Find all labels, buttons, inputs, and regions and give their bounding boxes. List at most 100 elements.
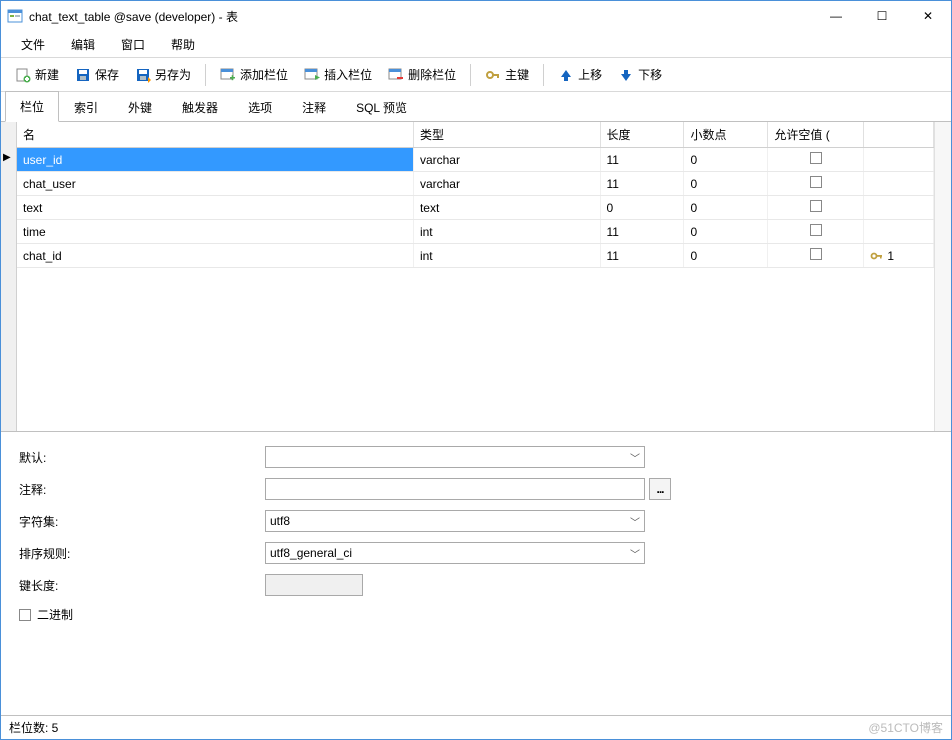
cell-name[interactable]: time [17,220,413,244]
fields-grid-container: ▶ 名 类型 长度 小数点 允许空值 ( user_idvarchar110ch… [1,122,951,432]
header-decimal[interactable]: 小数点 [684,122,768,148]
binary-checkbox[interactable] [19,609,31,621]
maximize-button[interactable]: ☐ [859,1,905,31]
allow-null-checkbox[interactable] [810,152,822,164]
tab-fields[interactable]: 栏位 [5,91,59,122]
primary-key-label: 主键 [505,66,529,83]
allow-null-checkbox[interactable] [810,248,822,260]
cell-key[interactable] [864,172,934,196]
menu-edit[interactable]: 编辑 [59,32,107,57]
tab-foreign-keys[interactable]: 外键 [113,92,167,122]
binary-label: 二进制 [37,606,73,623]
allow-null-checkbox[interactable] [810,224,822,236]
header-length[interactable]: 长度 [600,122,684,148]
header-type[interactable]: 类型 [413,122,600,148]
allow-null-checkbox[interactable] [810,200,822,212]
cell-decimal[interactable]: 0 [684,244,768,268]
cell-length[interactable]: 11 [600,220,684,244]
tab-comment[interactable]: 注释 [287,92,341,122]
insert-field-button[interactable]: 插入栏位 [298,62,378,87]
default-label: 默认: [19,449,265,466]
menu-help[interactable]: 帮助 [159,32,207,57]
header-name[interactable]: 名 [17,122,413,148]
cell-key[interactable] [864,196,934,220]
charset-combobox[interactable]: utf8 ﹀ [265,510,645,532]
cell-type[interactable]: varchar [413,148,600,172]
tab-sql-preview[interactable]: SQL 预览 [341,92,422,122]
cell-name[interactable]: text [17,196,413,220]
collation-combobox[interactable]: utf8_general_ci ﹀ [265,542,645,564]
add-field-label: 添加栏位 [240,66,288,83]
cell-type[interactable]: varchar [413,172,600,196]
collation-label: 排序规则: [19,545,265,562]
tab-indexes[interactable]: 索引 [59,92,113,122]
charset-value: utf8 [270,514,290,528]
cell-length[interactable]: 11 [600,244,684,268]
grid-header-row: 名 类型 长度 小数点 允许空值 ( [17,122,934,148]
save-button[interactable]: 保存 [69,62,125,87]
cell-allow-null[interactable] [768,172,864,196]
minimize-button[interactable]: — [813,1,859,31]
toolbar: 新建 保存 另存为 添加栏位 插入栏位 删除栏位 主键 [1,58,951,92]
new-button[interactable]: 新建 [9,62,65,87]
move-up-button[interactable]: 上移 [552,62,608,87]
new-icon [15,67,31,83]
app-icon [7,8,23,24]
cell-decimal[interactable]: 0 [684,220,768,244]
cell-type[interactable]: int [413,220,600,244]
cell-decimal[interactable]: 0 [684,196,768,220]
header-key[interactable] [864,122,934,148]
cell-name[interactable]: user_id [17,148,413,172]
chevron-down-icon: ﹀ [630,546,640,561]
default-combobox[interactable]: ﹀ [265,446,645,468]
header-allow-null[interactable]: 允许空值 ( [768,122,864,148]
comment-input[interactable] [265,478,645,500]
delete-field-button[interactable]: 删除栏位 [382,62,462,87]
cell-key[interactable] [864,148,934,172]
cell-decimal[interactable]: 0 [684,148,768,172]
close-button[interactable]: ✕ [905,1,951,31]
insert-field-label: 插入栏位 [324,66,372,83]
key-icon [485,67,501,83]
cell-allow-null[interactable] [768,220,864,244]
save-as-icon [135,67,151,83]
cell-allow-null[interactable] [768,148,864,172]
cell-type[interactable]: text [413,196,600,220]
cell-name[interactable]: chat_user [17,172,413,196]
cell-length[interactable]: 11 [600,172,684,196]
menu-window[interactable]: 窗口 [109,32,157,57]
add-field-button[interactable]: 添加栏位 [214,62,294,87]
statusbar: 栏位数: 5 @51CTO博客 [1,715,951,739]
window-controls: — ☐ ✕ [813,1,951,31]
cell-length[interactable]: 0 [600,196,684,220]
cell-key[interactable] [864,220,934,244]
key-length-input[interactable] [265,574,363,596]
window-title: chat_text_table @save (developer) - 表 [29,8,813,25]
save-icon [75,67,91,83]
cell-name[interactable]: chat_id [17,244,413,268]
cell-type[interactable]: int [413,244,600,268]
cell-allow-null[interactable] [768,244,864,268]
cell-length[interactable]: 11 [600,148,684,172]
menu-file[interactable]: 文件 [9,32,57,57]
move-down-button[interactable]: 下移 [612,62,668,87]
tab-triggers[interactable]: 触发器 [167,92,233,122]
table-row[interactable]: chat_idint110 1 [17,244,934,268]
comment-ellipsis-button[interactable]: ... [649,478,671,500]
cell-decimal[interactable]: 0 [684,172,768,196]
titlebar: chat_text_table @save (developer) - 表 — … [1,1,951,31]
table-row[interactable]: timeint110 [17,220,934,244]
allow-null-checkbox[interactable] [810,176,822,188]
vertical-scrollbar[interactable] [934,122,951,431]
table-row[interactable]: user_idvarchar110 [17,148,934,172]
cell-allow-null[interactable] [768,196,864,220]
arrow-down-icon [618,67,634,83]
arrow-up-icon [558,67,574,83]
tab-options[interactable]: 选项 [233,92,287,122]
table-row[interactable]: chat_uservarchar110 [17,172,934,196]
fields-grid[interactable]: 名 类型 长度 小数点 允许空值 ( user_idvarchar110chat… [17,122,934,431]
save-as-button[interactable]: 另存为 [129,62,197,87]
table-row[interactable]: texttext00 [17,196,934,220]
primary-key-button[interactable]: 主键 [479,62,535,87]
cell-key[interactable]: 1 [864,244,934,268]
